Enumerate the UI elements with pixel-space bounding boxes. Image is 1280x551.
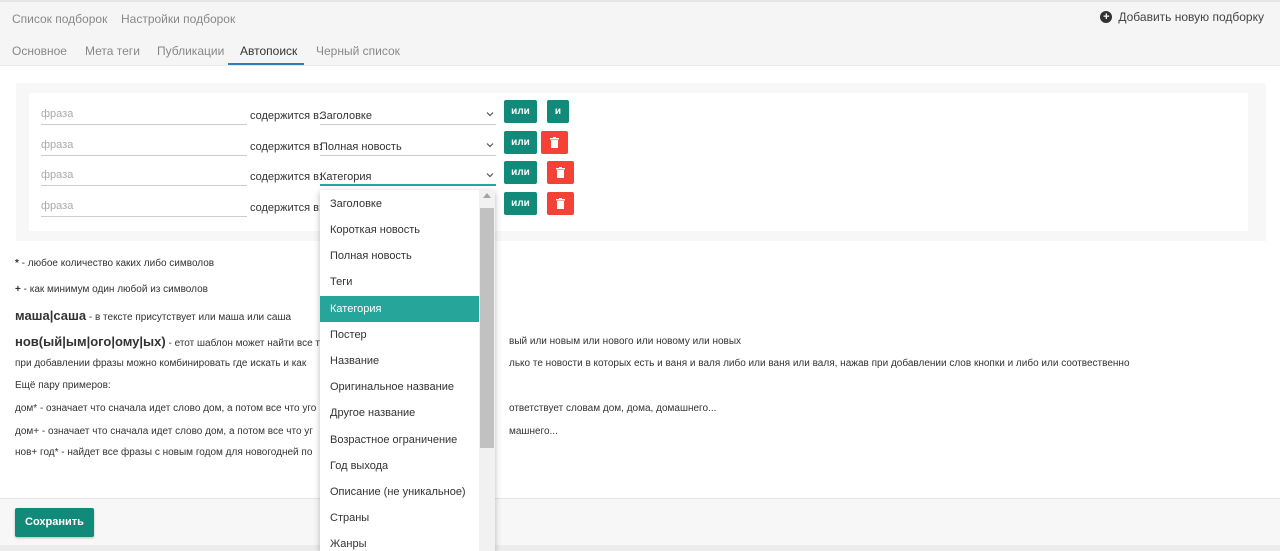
dropdown-option[interactable]: Оригинальное название: [320, 374, 479, 400]
dropdown-scrollbar[interactable]: [479, 190, 495, 551]
field-select[interactable]: Полная новость: [320, 134, 496, 156]
collection-settings-link[interactable]: Настройки подборок: [121, 12, 235, 26]
phrase-input[interactable]: [41, 134, 247, 156]
help-line: дом* - означает что сначала идет слово д…: [15, 403, 317, 414]
dropdown-option[interactable]: Другое название: [320, 400, 479, 426]
help-text-continued: ответствует словам дом, дома, домашнего.…: [509, 403, 717, 414]
dropdown-option[interactable]: Описание (не уникальное): [320, 479, 479, 505]
field-dropdown-menu: Заголовке Короткая новость Полная новост…: [320, 190, 495, 551]
help-text: - любое количество каких либо символов: [18, 258, 215, 269]
dropdown-option[interactable]: Постер: [320, 322, 479, 348]
or-button[interactable]: или: [504, 100, 537, 123]
dropdown-option-selected[interactable]: Категория: [320, 296, 479, 322]
help-symbol: нов(ый|ым|ого|ому|ых): [15, 334, 166, 349]
dropdown-option[interactable]: Название: [320, 348, 479, 374]
and-button[interactable]: и: [547, 100, 569, 123]
tab-meta-tags[interactable]: Мета теги: [85, 44, 140, 58]
delete-button[interactable]: [541, 131, 568, 154]
dropdown-option[interactable]: Страны: [320, 505, 479, 531]
help-text-continued: машнего...: [509, 426, 558, 437]
field-select-value: Полная новость: [320, 141, 402, 153]
help-line: * - любое количество каких либо символов: [15, 258, 214, 269]
help-line: дом+ - означает что сначала идет слово д…: [15, 426, 313, 437]
delete-button[interactable]: [547, 161, 574, 184]
dropdown-option[interactable]: Год выхода: [320, 453, 479, 479]
rule-row: содержится в: Категория или: [29, 160, 629, 186]
dropdown-option[interactable]: Теги: [320, 269, 479, 295]
help-line: + - как минимум один любой из символов: [15, 284, 208, 295]
dropdown-option[interactable]: Возрастное ограничение: [320, 427, 479, 453]
trash-icon: [556, 198, 565, 209]
phrase-input[interactable]: [41, 195, 247, 217]
help-symbol: маша|саша: [15, 308, 87, 323]
top-bar: Список подборок Настройки подборок + Доб…: [0, 0, 1280, 34]
tab-bar: Основное Мета теги Публикации Автопоиск …: [0, 34, 1280, 66]
footer-bar: Сохранить: [0, 498, 1280, 551]
delete-button[interactable]: [547, 192, 574, 215]
dropdown-option[interactable]: Заголовке: [320, 191, 479, 217]
save-button[interactable]: Сохранить: [15, 508, 94, 537]
dropdown-option[interactable]: Полная новость: [320, 243, 479, 269]
dropdown-option[interactable]: Жанры: [320, 531, 479, 551]
tab-autosearch[interactable]: Автопоиск: [240, 44, 297, 58]
help-line: Ещё пару примеров:: [15, 380, 111, 391]
contains-label: содержится в:: [250, 202, 322, 214]
help-line: нов+ год* - найдет все фразы с новым год…: [15, 447, 313, 458]
phrase-input[interactable]: [41, 164, 247, 186]
dropdown-option[interactable]: Короткая новость: [320, 217, 479, 243]
field-select[interactable]: Заголовке: [320, 103, 496, 125]
rule-row: содержится в: Полная новость или: [29, 130, 629, 156]
or-button[interactable]: или: [504, 192, 537, 215]
help-line: нов(ый|ым|ого|ому|ых) - етот шаблон може…: [15, 334, 320, 349]
phrase-input[interactable]: [41, 103, 247, 125]
chevron-down-icon: [486, 112, 494, 117]
field-select-value: Заголовке: [320, 110, 372, 122]
rules-list: содержится в: Заголовке или и содержится…: [29, 93, 1248, 231]
help-text: - как минимум один любой из символов: [20, 284, 208, 295]
rule-row: содержится в: Заголовке или и: [29, 99, 629, 125]
field-select-open[interactable]: Категория: [320, 164, 496, 186]
help-text-continued: вый или новым или нового или новому или …: [509, 336, 742, 347]
trash-icon: [556, 167, 565, 178]
chevron-down-icon: [486, 173, 494, 178]
tab-blacklist[interactable]: Черный список: [316, 44, 400, 58]
tab-main[interactable]: Основное: [12, 44, 67, 58]
chevron-down-icon: [486, 143, 494, 148]
trash-icon: [550, 137, 559, 148]
or-button[interactable]: или: [504, 131, 537, 154]
tab-publications[interactable]: Публикации: [157, 44, 224, 58]
add-collection-button[interactable]: + Добавить новую подборку: [1100, 10, 1264, 24]
active-tab-indicator: [228, 63, 304, 65]
field-select-value: Категория: [320, 171, 372, 183]
bottom-strip: [0, 545, 1280, 551]
or-button[interactable]: или: [504, 161, 537, 184]
collections-list-link[interactable]: Список подборок: [12, 12, 107, 26]
add-collection-label: Добавить новую подборку: [1118, 10, 1264, 24]
help-line: маша|саша - в тексте присутствует или ма…: [15, 308, 291, 323]
contains-label: содержится в:: [250, 171, 322, 183]
help-line: при добавлении фразы можно комбинировать…: [15, 358, 307, 369]
help-text: - етот шаблон может найти все т: [165, 338, 321, 349]
contains-label: содержится в:: [250, 141, 322, 153]
scroll-up-arrow-icon[interactable]: [483, 193, 491, 198]
help-text-continued: лько те новости в которых есть и ваня и …: [509, 358, 1130, 369]
scroll-thumb[interactable]: [480, 208, 494, 448]
contains-label: содержится в:: [250, 110, 322, 122]
help-text: - в тексте присутствует или маша или саш…: [86, 312, 292, 323]
plus-circle-icon: +: [1100, 11, 1113, 23]
